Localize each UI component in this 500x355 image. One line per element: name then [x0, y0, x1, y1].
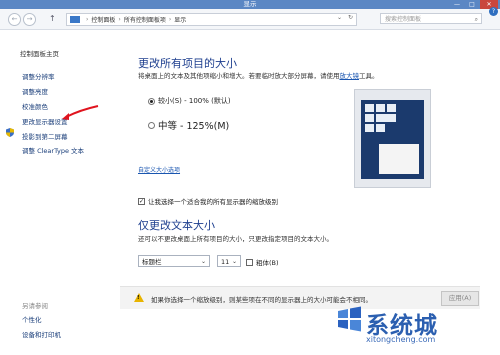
text-size-description: 还可以不更改桌面上所有项目的大小，只更改指定项目的文本大小。 — [138, 235, 333, 243]
up-button[interactable]: ↑ — [49, 13, 56, 24]
option-smaller[interactable]: 较小(S) - 100% (默认) — [148, 96, 231, 106]
checkbox-checked[interactable]: ✓ — [138, 197, 145, 205]
sidebar-item-project[interactable]: 投影到第二屏幕 — [22, 131, 68, 141]
preview-tile — [376, 124, 385, 132]
custom-size-link[interactable]: 自定义大小选项 — [138, 165, 180, 174]
watermark: 系统城 xitongcheng.com — [314, 300, 500, 355]
radio-button-selected[interactable] — [148, 97, 155, 105]
help-icon[interactable]: ? — [489, 7, 498, 16]
window-title: 显示 — [243, 0, 257, 8]
title-bar: 显示 — □ ✕ — [0, 0, 500, 9]
display-preview-image — [354, 89, 431, 188]
sidebar-item-home[interactable]: 控制面板主页 — [20, 48, 59, 58]
preview-window — [379, 144, 419, 174]
maximize-button[interactable]: □ — [465, 0, 479, 9]
preview-tile — [365, 104, 374, 112]
checkbox-unchecked[interactable] — [246, 258, 253, 266]
red-arrow-annotation — [62, 105, 99, 120]
option-smaller-label: 较小(S) - 100% (默认) — [158, 97, 231, 105]
font-size-value: 11 — [221, 258, 230, 266]
breadcrumb-control-panel[interactable]: 控制面板 — [91, 15, 115, 24]
text-size-heading: 仅更改文本大小 — [138, 219, 215, 232]
size-heading: 更改所有项目的大小 — [138, 57, 237, 70]
chevron-down-icon[interactable]: ⌄ — [337, 14, 342, 21]
warning-mark: ! — [137, 295, 140, 301]
search-icon[interactable]: ⌕ — [475, 14, 478, 25]
preview-tile — [376, 114, 396, 122]
radio-button[interactable] — [148, 121, 155, 129]
see-also-heading: 另请参阅 — [22, 302, 48, 310]
option-medium[interactable]: 中等 - 125%(M) — [148, 118, 229, 132]
scaling-checkbox[interactable]: ✓ 让我选择一个适合我的所有显示器的缩放级别 — [138, 196, 278, 206]
navigation-bar: ← → ↑ › 控制面板 › 所有控制面板项 › 显示 ⌄ ↻ 搜索控制面板 ⌕ — [0, 9, 500, 30]
windows-logo-icon — [338, 306, 361, 332]
sidebar-item-personalize[interactable]: 个性化 — [22, 314, 42, 324]
option-medium-label: 中等 - 125%(M) — [158, 121, 230, 132]
sidebar: 控制面板主页 调整分辨率 调整亮度 校准颜色 更改显示器设置 投影到第二屏幕 调… — [0, 30, 120, 355]
sidebar-item-devices[interactable]: 设备和打印机 — [22, 329, 61, 339]
breadcrumb-separator: › — [168, 16, 172, 23]
sidebar-item-calibrate[interactable]: 校准颜色 — [22, 101, 48, 111]
search-placeholder: 搜索控制面板 — [385, 16, 422, 23]
size-description: 将桌面上的文本及其他项缩小和增大。若要临时放大部分屏幕，请使用放大镜工具。 — [138, 70, 379, 80]
sidebar-item-resolution[interactable]: 调整分辨率 — [22, 71, 55, 81]
minimize-button[interactable]: — — [450, 0, 464, 9]
size-desc-text: 将桌面上的文本及其他项缩小和增大。若要临时放大部分屏幕，请使用 — [138, 72, 340, 80]
preview-tile — [387, 104, 396, 112]
size-desc-suffix: 工具。 — [359, 72, 379, 80]
search-input[interactable]: 搜索控制面板 ⌕ — [380, 13, 482, 24]
forward-button[interactable]: → — [23, 13, 36, 26]
chevron-down-icon: ⌄ — [200, 258, 206, 265]
item-select-value: 标题栏 — [142, 258, 162, 266]
breadcrumb-separator: › — [118, 16, 121, 23]
breadcrumb-all-items[interactable]: 所有控制面板项 — [124, 15, 166, 24]
preview-tile — [365, 114, 374, 122]
sidebar-item-cleartype[interactable]: 调整 ClearType 文本 — [22, 145, 84, 155]
breadcrumb-display[interactable]: 显示 — [174, 15, 186, 24]
preview-screen — [361, 100, 424, 179]
back-button[interactable]: ← — [8, 13, 21, 26]
preview-tile — [365, 124, 374, 132]
preview-tile — [376, 104, 385, 112]
breadcrumb-separator: › — [86, 16, 89, 23]
font-size-select[interactable]: 11 ⌄ — [217, 255, 241, 267]
control-panel-icon — [70, 16, 80, 23]
sidebar-item-brightness[interactable]: 调整亮度 — [22, 86, 48, 96]
scaling-checkbox-label: 让我选择一个适合我的所有显示器的缩放级别 — [148, 198, 278, 206]
bold-checkbox[interactable]: 粗体(B) — [246, 257, 279, 267]
shield-icon — [6, 128, 14, 137]
chevron-down-icon: ⌄ — [231, 258, 237, 265]
address-bar[interactable]: › 控制面板 › 所有控制面板项 › 显示 ⌄ ↻ — [66, 13, 357, 26]
magnifier-link[interactable]: 放大镜 — [340, 72, 360, 80]
watermark-url: xitongcheng.com — [366, 335, 436, 344]
bold-checkbox-label: 粗体(B) — [256, 259, 279, 267]
refresh-icon[interactable]: ↻ — [348, 14, 353, 21]
item-select[interactable]: 标题栏 ⌄ — [138, 255, 210, 267]
